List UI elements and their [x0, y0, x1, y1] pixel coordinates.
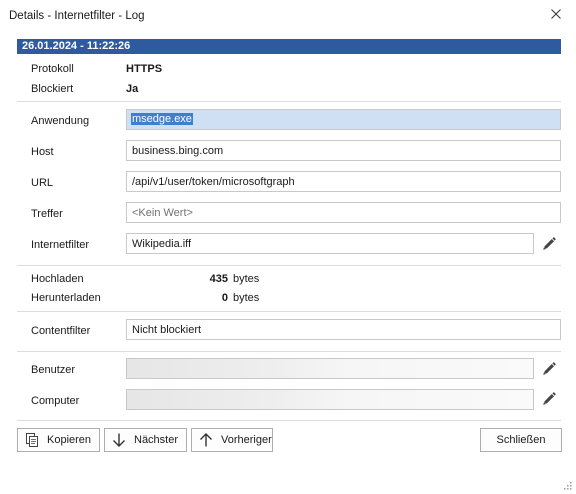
contentfilter-field[interactable]: Nicht blockiert: [126, 319, 561, 340]
computer-field[interactable]: [126, 389, 534, 410]
kopieren-button[interactable]: Kopieren: [17, 428, 100, 452]
schliessen-button[interactable]: Schließen: [480, 428, 562, 452]
window-title: Details - Internetfilter - Log: [9, 10, 145, 22]
arrow-down-icon: [110, 431, 128, 449]
herunterladen-label: Herunterladen: [31, 292, 101, 304]
blockiert-label: Blockiert: [31, 83, 74, 95]
benutzer-label: Benutzer: [31, 364, 76, 376]
datetime-header: 26.01.2024 - 11:22:26: [17, 39, 561, 54]
separator: [17, 420, 561, 421]
arrow-up-icon: [197, 431, 215, 449]
url-value: /api/v1/user/token/microsoftgraph: [132, 176, 295, 188]
url-label: URL: [31, 177, 54, 189]
separator: [17, 265, 561, 266]
internetfilter-field[interactable]: Wikipedia.iff: [126, 233, 534, 254]
hochladen-label: Hochladen: [31, 273, 84, 285]
treffer-field[interactable]: <Kein Wert>: [126, 202, 561, 223]
separator: [17, 101, 561, 102]
datetime-text: 26.01.2024 - 11:22:26: [22, 40, 131, 52]
host-label: Host: [31, 146, 54, 158]
host-value: business.bing.com: [132, 145, 224, 157]
url-field[interactable]: /api/v1/user/token/microsoftgraph: [126, 171, 561, 192]
naechster-label: Nächster: [134, 434, 179, 446]
resize-grip-icon[interactable]: [564, 482, 572, 490]
protokoll-value: HTTPS: [126, 63, 163, 75]
pencil-icon[interactable]: [541, 361, 557, 377]
close-button[interactable]: [544, 2, 568, 26]
treffer-label: Treffer: [31, 208, 63, 220]
pencil-icon[interactable]: [541, 236, 557, 252]
hochladen-value: 435: [209, 273, 228, 285]
separator: [17, 351, 561, 352]
internetfilter-label: Internetfilter: [31, 239, 90, 251]
schliessen-label: Schließen: [496, 434, 546, 446]
anwendung-selection: msedge.exe: [127, 110, 560, 129]
naechster-button[interactable]: Nächster: [104, 428, 187, 452]
contentfilter-label: Contentfilter: [31, 325, 91, 337]
computer-label: Computer: [31, 395, 80, 407]
copy-icon: [23, 431, 41, 449]
herunterladen-value: 0: [221, 292, 228, 304]
details-dialog: Details - Internetfilter - Log 26.01.202…: [0, 0, 576, 494]
internetfilter-value: Wikipedia.iff: [132, 238, 192, 250]
blockiert-value: Ja: [126, 83, 139, 95]
anwendung-value: msedge.exe: [131, 113, 193, 125]
anwendung-field[interactable]: msedge.exe: [126, 109, 561, 130]
close-icon: [551, 9, 561, 19]
protokoll-label: Protokoll: [31, 63, 74, 75]
pencil-icon[interactable]: [541, 391, 557, 407]
vorheriger-button[interactable]: Vorheriger: [191, 428, 273, 452]
title-bar: Details - Internetfilter - Log: [0, 0, 576, 32]
benutzer-field[interactable]: [126, 358, 534, 379]
host-field[interactable]: business.bing.com: [126, 140, 561, 161]
separator: [17, 311, 561, 312]
vorheriger-label: Vorheriger: [221, 434, 272, 446]
herunterladen-unit: bytes: [233, 292, 260, 304]
treffer-placeholder: <Kein Wert>: [132, 207, 193, 219]
anwendung-label: Anwendung: [31, 115, 90, 127]
hochladen-unit: bytes: [233, 273, 260, 285]
kopieren-label: Kopieren: [47, 434, 92, 446]
contentfilter-value: Nicht blockiert: [132, 324, 202, 336]
